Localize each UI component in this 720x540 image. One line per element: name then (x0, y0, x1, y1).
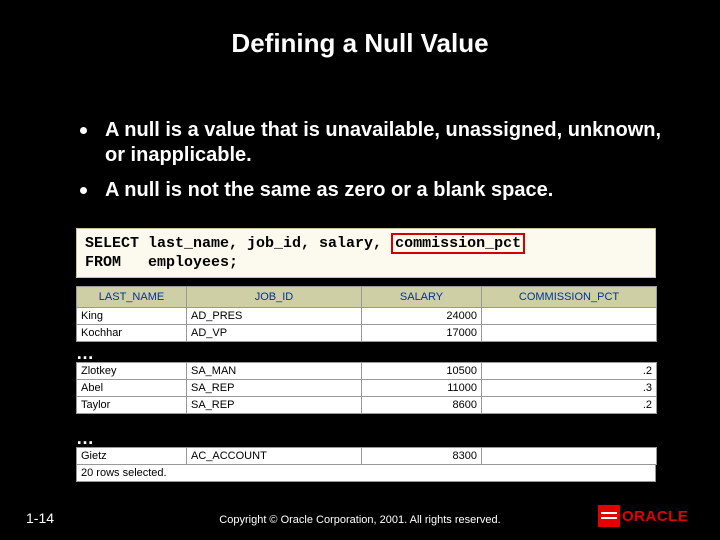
table-row: Taylor SA_REP 8600 .2 (77, 397, 657, 414)
table-row: King AD_PRES 24000 (77, 308, 657, 325)
bullet-text: A null is a value that is unavailable, u… (105, 118, 670, 168)
cell: .3 (482, 380, 657, 397)
cell: Taylor (77, 397, 187, 414)
result-table-block-3: Gietz AC_ACCOUNT 8300 20 rows selected. (76, 447, 656, 482)
cell: SA_MAN (187, 363, 362, 380)
cell: .2 (482, 397, 657, 414)
code-line: SELECT last_name, job_id, salary, commis… (85, 233, 647, 254)
bullet-item: A null is not the same as zero or a blan… (80, 178, 670, 203)
cell: SA_REP (187, 397, 362, 414)
footer: 1-14 Copyright © Oracle Corporation, 200… (0, 506, 720, 530)
oracle-logo: ORACLE (598, 504, 698, 528)
cell (482, 325, 657, 342)
code-line: FROM employees; (85, 254, 647, 271)
cell: AD_VP (187, 325, 362, 342)
table-row: Abel SA_REP 11000 .3 (77, 380, 657, 397)
result-table-block-2: Zlotkey SA_MAN 10500 .2 Abel SA_REP 1100… (76, 362, 656, 414)
cell: Zlotkey (77, 363, 187, 380)
result-table-block-1: LAST_NAME JOB_ID SALARY COMMISSION_PCT K… (76, 286, 656, 342)
rows-selected-status: 20 rows selected. (76, 465, 656, 482)
cell: 8600 (362, 397, 482, 414)
cell: 8300 (362, 448, 482, 465)
cell (482, 308, 657, 325)
cell: SA_REP (187, 380, 362, 397)
ellipsis: … (76, 428, 94, 449)
bullet-dot-icon (80, 187, 87, 194)
col-header: COMMISSION_PCT (482, 287, 657, 308)
table-row: Zlotkey SA_MAN 10500 .2 (77, 363, 657, 380)
cell: AD_PRES (187, 308, 362, 325)
col-header: SALARY (362, 287, 482, 308)
bullet-item: A null is a value that is unavailable, u… (80, 118, 670, 168)
slide: Defining a Null Value A null is a value … (0, 0, 720, 540)
code-text: SELECT last_name, job_id, salary, (85, 235, 391, 252)
table-row: Gietz AC_ACCOUNT 8300 (77, 448, 657, 465)
cell: King (77, 308, 187, 325)
cell: 17000 (362, 325, 482, 342)
ellipsis: … (76, 343, 94, 364)
cell (482, 448, 657, 465)
col-header: LAST_NAME (77, 287, 187, 308)
cell: Abel (77, 380, 187, 397)
result-table: LAST_NAME JOB_ID SALARY COMMISSION_PCT K… (76, 286, 657, 342)
cell: Gietz (77, 448, 187, 465)
bullet-text: A null is not the same as zero or a blan… (105, 178, 553, 203)
oracle-logo-icon (598, 505, 620, 527)
sql-code-box: SELECT last_name, job_id, salary, commis… (76, 228, 656, 278)
cell: Kochhar (77, 325, 187, 342)
bullet-list: A null is a value that is unavailable, u… (80, 118, 670, 213)
highlighted-column: commission_pct (391, 233, 525, 254)
result-table: Gietz AC_ACCOUNT 8300 (76, 447, 657, 465)
result-table: Zlotkey SA_MAN 10500 .2 Abel SA_REP 1100… (76, 362, 657, 414)
cell: 11000 (362, 380, 482, 397)
cell: .2 (482, 363, 657, 380)
cell: AC_ACCOUNT (187, 448, 362, 465)
slide-title: Defining a Null Value (0, 28, 720, 59)
oracle-logo-word: ORACLE (622, 508, 688, 525)
table-row: Kochhar AD_VP 17000 (77, 325, 657, 342)
bullet-dot-icon (80, 127, 87, 134)
col-header: JOB_ID (187, 287, 362, 308)
cell: 24000 (362, 308, 482, 325)
table-header-row: LAST_NAME JOB_ID SALARY COMMISSION_PCT (77, 287, 657, 308)
cell: 10500 (362, 363, 482, 380)
